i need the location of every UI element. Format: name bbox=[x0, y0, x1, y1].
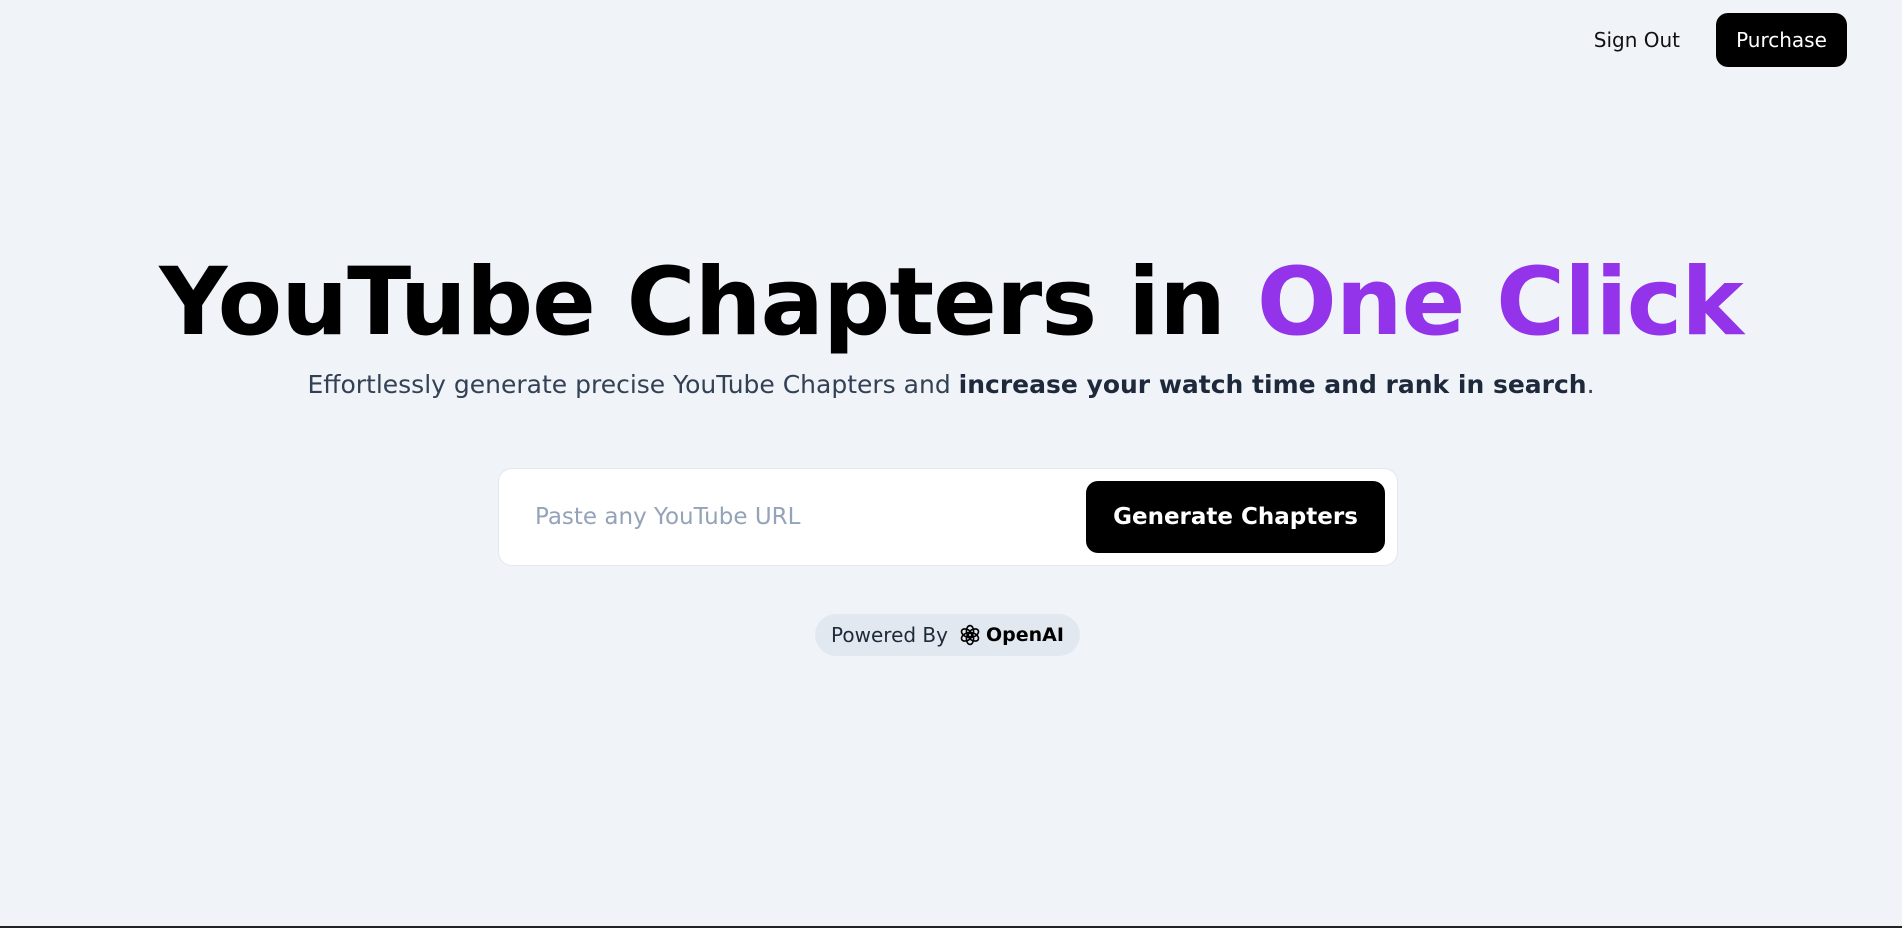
openai-logo-icon bbox=[960, 624, 980, 646]
openai-link[interactable]: OpenAI bbox=[958, 623, 1064, 647]
top-navigation: Sign Out Purchase bbox=[1594, 13, 1847, 67]
powered-by-badge: Powered By OpenAI bbox=[815, 614, 1080, 656]
hero-subtitle: Effortlessly generate precise YouTube Ch… bbox=[0, 370, 1902, 399]
hero-title: YouTube Chapters in One Click bbox=[0, 248, 1902, 358]
subtitle-end: . bbox=[1586, 370, 1595, 399]
subtitle-plain: Effortlessly generate precise YouTube Ch… bbox=[307, 370, 959, 399]
sign-out-button[interactable]: Sign Out bbox=[1594, 28, 1680, 52]
generate-chapters-button[interactable]: Generate Chapters bbox=[1086, 481, 1385, 553]
youtube-url-input[interactable] bbox=[535, 504, 1086, 530]
hero-title-main: YouTube Chapters in bbox=[159, 248, 1257, 357]
subtitle-bold: increase your watch time and rank in sea… bbox=[958, 370, 1587, 399]
hero-title-accent: One Click bbox=[1256, 248, 1744, 357]
url-form: Generate Chapters bbox=[498, 468, 1398, 566]
powered-by-label: Powered By bbox=[831, 623, 948, 647]
openai-brand-name: OpenAI bbox=[986, 624, 1064, 646]
purchase-button[interactable]: Purchase bbox=[1716, 13, 1847, 67]
